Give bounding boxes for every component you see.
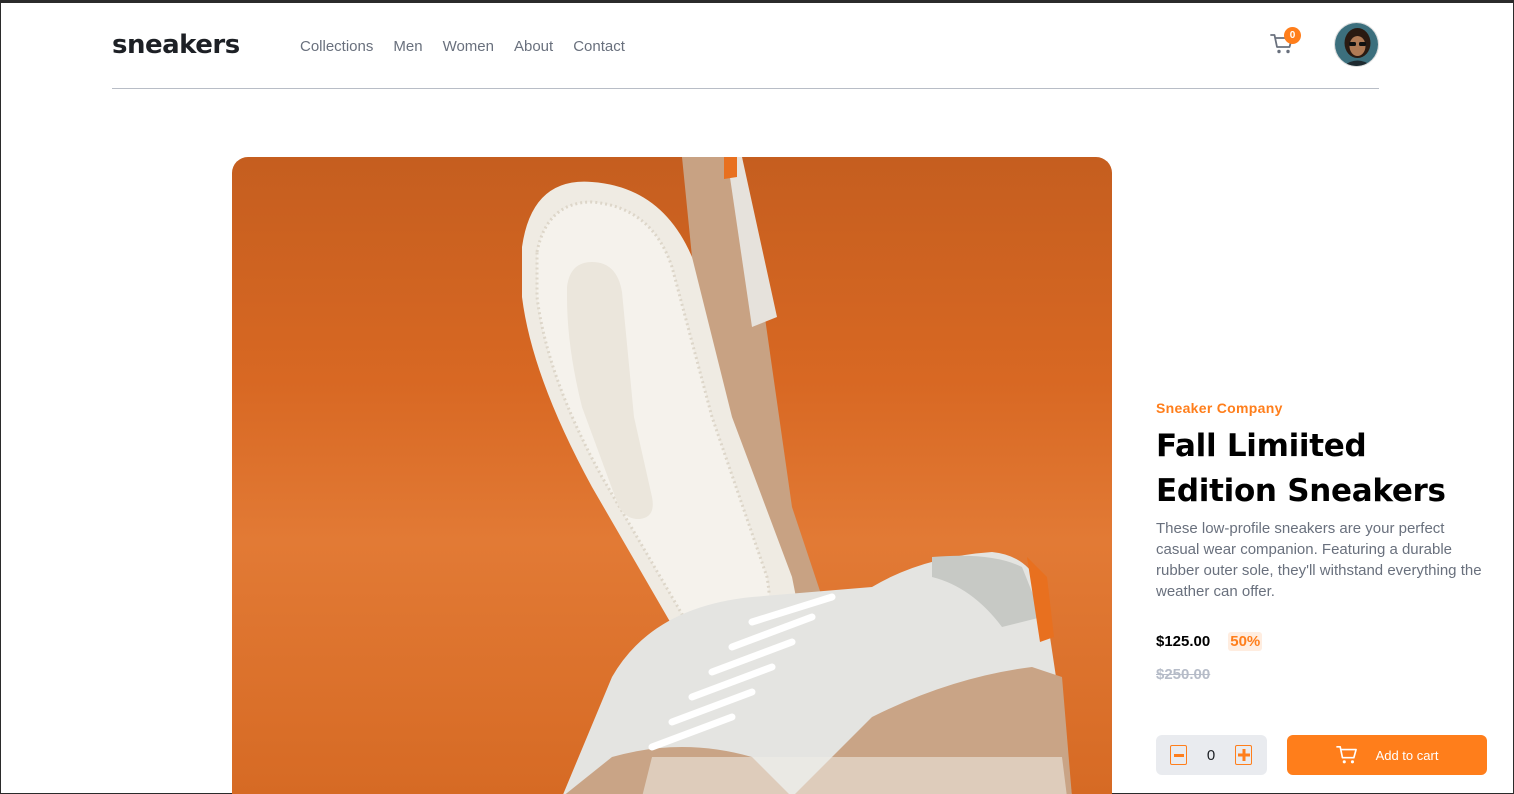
nav-link-contact[interactable]: Contact	[573, 38, 625, 55]
nav-link-women[interactable]: Women	[443, 38, 494, 55]
nav-link-about[interactable]: About	[514, 38, 553, 55]
price-row: $125.00 50%	[1156, 632, 1263, 651]
avatar[interactable]	[1334, 22, 1379, 67]
main-nav: Collections Men Women About Contact	[300, 38, 625, 55]
site-header: sneakers Collections Men Women About Con…	[112, 3, 1379, 89]
product-description: These low-profile sneakers are your perf…	[1156, 520, 1482, 600]
increase-quantity-button[interactable]	[1235, 745, 1252, 765]
nav-link-men[interactable]: Men	[393, 38, 422, 55]
product-title: Fall Limiited Edition Sneakers	[1156, 428, 1446, 509]
product-details: Sneaker Company Fall Limiited Edition Sn…	[1156, 400, 1496, 683]
plus-icon	[1237, 749, 1250, 761]
cart-count-badge: 0	[1284, 27, 1301, 44]
current-price: $125.00	[1156, 633, 1211, 650]
add-to-cart-button[interactable]: Add to cart	[1287, 735, 1487, 775]
add-to-cart-label: Add to cart	[1375, 747, 1439, 763]
nav-link-collections[interactable]: Collections	[300, 38, 373, 55]
logo[interactable]: sneakers	[112, 30, 240, 60]
product-image[interactable]	[232, 157, 1112, 794]
discount-badge: 50%	[1228, 632, 1263, 651]
original-price: $250.00	[1156, 666, 1211, 683]
decrease-quantity-button[interactable]	[1170, 745, 1187, 765]
quantity-value[interactable]: 0	[1200, 747, 1222, 764]
sneaker-photo	[522, 157, 1072, 794]
cart-icon	[1335, 746, 1357, 764]
minus-icon	[1173, 753, 1184, 757]
company-name: Sneaker Company	[1156, 400, 1283, 416]
quantity-stepper: 0	[1156, 735, 1267, 775]
